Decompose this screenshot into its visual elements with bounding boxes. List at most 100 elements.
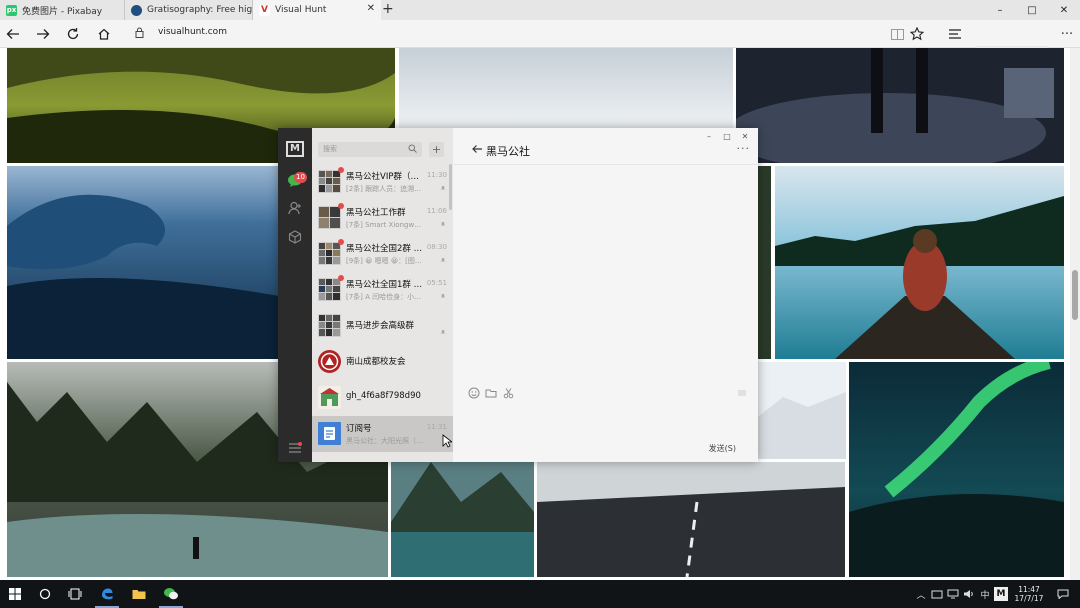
cloud-icon bbox=[931, 590, 943, 599]
action-center-button[interactable] bbox=[1056, 587, 1070, 601]
chat-item[interactable]: 黑马进步会高级群 bbox=[312, 308, 453, 344]
mute-bell-icon bbox=[441, 329, 445, 334]
wechat-close-button[interactable]: ✕ bbox=[736, 130, 754, 142]
windows-taskbar: ︿ 中 M 11:47 17/7/17 bbox=[0, 580, 1080, 608]
tab-pixabay[interactable]: px 免费图片 - Pixabay bbox=[0, 0, 125, 20]
chat-item[interactable]: 黑马公社全国1群 1月 [7条] A 闫哈俭身：小黑... 05:51 bbox=[312, 272, 453, 308]
chat-item[interactable]: 黑马公社VIP群（严... [2条] 跟踪人员：追溯一... 11:30 bbox=[312, 164, 453, 200]
chat-name: 黑马公社全国2群 严... bbox=[346, 244, 424, 254]
chat-preview: [7条] Smart Xiongwk：... bbox=[346, 221, 424, 229]
chat-more-button[interactable]: ··· bbox=[737, 142, 751, 155]
official-account-avatar bbox=[318, 386, 341, 409]
chat-list-scrollbar[interactable] bbox=[449, 164, 452, 210]
home-button[interactable] bbox=[94, 24, 114, 44]
reading-view-button[interactable] bbox=[888, 25, 906, 43]
hub-button[interactable] bbox=[946, 25, 964, 43]
close-tab-icon[interactable]: ✕ bbox=[367, 3, 375, 14]
photo-couple-snow-night[interactable] bbox=[736, 48, 1064, 163]
alumni-avatar bbox=[318, 350, 341, 373]
new-tab-button[interactable]: + bbox=[382, 1, 394, 17]
wechat-window-controls: – □ ✕ bbox=[700, 130, 754, 142]
back-button[interactable] bbox=[3, 24, 23, 44]
wechat-minimize-button[interactable]: – bbox=[700, 130, 718, 142]
ime-mode-indicator[interactable]: M bbox=[994, 587, 1008, 601]
photo-girl-canoe-lake[interactable] bbox=[775, 166, 1064, 359]
favorites-nav-button[interactable] bbox=[287, 229, 303, 245]
back-arrow-icon[interactable] bbox=[471, 143, 483, 155]
chat-item[interactable]: gh_4f6a8f798d90 bbox=[312, 380, 453, 416]
tray-chevron-icon[interactable]: ︿ bbox=[914, 587, 928, 601]
address-bar: visualhunt.com ··· bbox=[0, 20, 1080, 62]
photo-ocean-wave[interactable] bbox=[7, 166, 279, 359]
photo-snowy-road[interactable] bbox=[537, 462, 845, 577]
chat-preview: [7条] A 闫哈俭身：小黑... bbox=[346, 293, 424, 301]
tray-app-icon[interactable] bbox=[930, 587, 944, 601]
chat-item[interactable]: 南山成都校友会 bbox=[312, 344, 453, 380]
mute-bell-icon bbox=[441, 221, 445, 226]
emoji-icon[interactable] bbox=[468, 387, 480, 399]
url-field[interactable]: visualhunt.com bbox=[158, 27, 227, 37]
close-window-button[interactable]: ✕ bbox=[1048, 0, 1080, 20]
speaker-icon bbox=[964, 590, 973, 598]
task-view-button[interactable] bbox=[60, 580, 90, 608]
wechat-maximize-button[interactable]: □ bbox=[718, 130, 736, 142]
chat-item[interactable]: 黑马公社全国2群 严... [9条] 😀 嗯嗯 😀：[图片] 08:30 bbox=[312, 236, 453, 272]
search-input[interactable]: 搜索 bbox=[318, 142, 422, 157]
page-scrollbar-thumb[interactable] bbox=[1072, 270, 1078, 320]
chat-item[interactable]: 黑马公社工作群 [7条] Smart Xiongwk：... 11:06 bbox=[312, 200, 453, 236]
chat-time: 11:30 bbox=[426, 171, 447, 179]
folder-icon[interactable] bbox=[485, 387, 497, 399]
more-actions-button[interactable]: ··· bbox=[1058, 25, 1076, 43]
chat-name: 订阅号 bbox=[346, 424, 372, 434]
wechat-nav-rail: M 10 bbox=[278, 128, 312, 462]
edge-taskbar-button[interactable] bbox=[92, 580, 122, 608]
forward-button[interactable] bbox=[33, 24, 53, 44]
tray-monitor-icon[interactable] bbox=[946, 587, 960, 601]
refresh-button[interactable] bbox=[63, 24, 83, 44]
chat-name: 黑马公社VIP群（严... bbox=[346, 172, 424, 182]
page-scrollbar[interactable] bbox=[1070, 48, 1080, 580]
ime-indicator[interactable]: 中 bbox=[978, 587, 992, 601]
subscription-avatar bbox=[318, 422, 341, 445]
chat-name: 南山成都校友会 bbox=[346, 357, 406, 367]
folder-icon bbox=[132, 590, 146, 599]
mute-bell-icon bbox=[441, 185, 445, 190]
start-group-chat-button[interactable]: + bbox=[429, 142, 444, 157]
chat-history-icon[interactable] bbox=[736, 387, 748, 399]
group-avatar bbox=[318, 206, 341, 229]
tab-title: Visual Hunt bbox=[275, 5, 327, 15]
group-avatar bbox=[318, 170, 341, 193]
chat-preview: [9条] 😀 嗯嗯 😀：[图片] bbox=[346, 257, 424, 265]
cube-icon bbox=[288, 230, 302, 244]
tab-gratisography[interactable]: Gratisography: Free high-re bbox=[125, 0, 253, 20]
back-arrow-icon bbox=[6, 29, 19, 39]
photo-snow-mountains[interactable] bbox=[758, 362, 846, 459]
unread-dot bbox=[338, 239, 344, 245]
volume-button[interactable] bbox=[962, 587, 976, 601]
chat-item-subscriptions[interactable]: 订阅号 黑马公社：大阳光照（@... 11:31 bbox=[312, 416, 453, 452]
search-button[interactable] bbox=[30, 580, 60, 608]
tab-title: 免费图片 - Pixabay bbox=[22, 6, 103, 17]
scissors-icon[interactable] bbox=[503, 387, 515, 399]
contacts-nav-button[interactable] bbox=[287, 200, 303, 216]
lock-icon bbox=[135, 27, 144, 38]
taskbar-clock[interactable]: 11:47 17/7/17 bbox=[1010, 585, 1048, 603]
start-button[interactable] bbox=[0, 580, 30, 608]
chat-name: 黑马公社工作群 bbox=[346, 208, 406, 218]
mouse-cursor-icon bbox=[442, 434, 452, 448]
minimize-button[interactable]: – bbox=[984, 0, 1016, 20]
visualhunt-icon: V bbox=[259, 4, 270, 16]
photo-aurora[interactable] bbox=[849, 362, 1064, 577]
photo-misty-sky[interactable] bbox=[399, 48, 733, 128]
photo-mountain-lake[interactable] bbox=[391, 462, 534, 577]
photo-dark-strip bbox=[758, 166, 771, 359]
refresh-icon bbox=[67, 28, 79, 40]
search-icon bbox=[408, 144, 417, 153]
wechat-user-avatar[interactable]: M bbox=[286, 141, 304, 157]
send-button[interactable]: 发送(S) bbox=[709, 443, 736, 454]
tab-visual-hunt[interactable]: V Visual Hunt ✕ bbox=[253, 0, 381, 20]
file-explorer-button[interactable] bbox=[124, 580, 154, 608]
wechat-taskbar-button[interactable] bbox=[156, 580, 186, 608]
favorite-button[interactable] bbox=[908, 25, 926, 43]
maximize-button[interactable]: □ bbox=[1016, 0, 1048, 20]
